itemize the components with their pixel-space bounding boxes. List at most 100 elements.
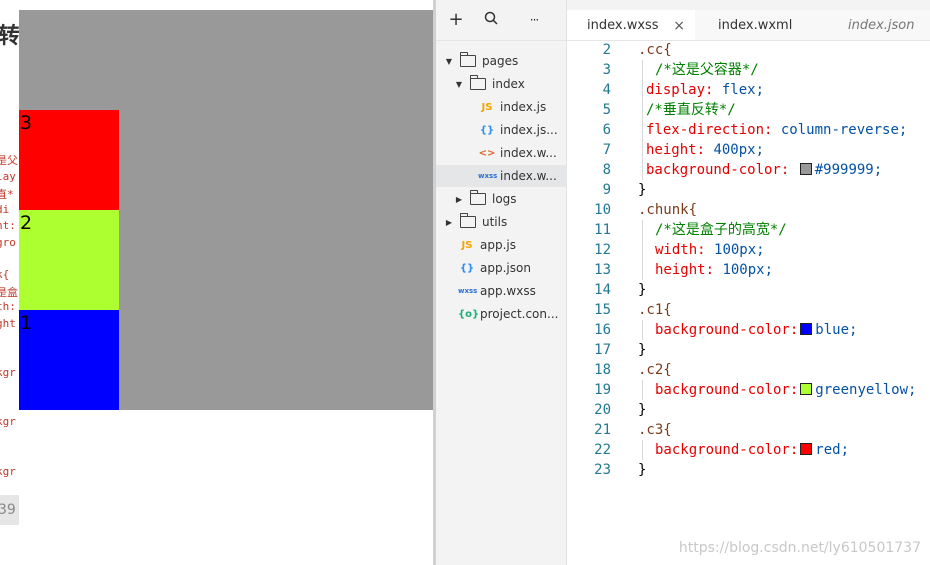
folder-open-icon (460, 52, 476, 67)
code-comment: /*这是父容器*/ (655, 62, 759, 78)
more-icon[interactable]: ··· (524, 10, 544, 30)
explorer-toolbar: + ··· (436, 0, 566, 41)
background-code-fragment: th: (0, 300, 16, 313)
code-line: 13 height: 100px; (567, 260, 930, 280)
code-declaration: background-color: #999999; (646, 160, 882, 180)
line-number: 8 (602, 162, 611, 178)
js-file-icon: JS (481, 101, 493, 113)
tree-item-label: logs (492, 192, 517, 206)
line-number: 4 (602, 82, 611, 98)
line-number: 11 (594, 222, 611, 238)
color-swatch[interactable] (800, 323, 813, 335)
line-number: 13 (594, 262, 611, 278)
css-property: height: (655, 262, 715, 278)
chunk-blue: 1 (19, 310, 119, 410)
code-editor: index.wxss × index.wxml index.json 2 .cc{… (567, 0, 930, 565)
color-swatch[interactable] (800, 383, 813, 395)
background-code-fragment: gro (0, 236, 16, 249)
code-line: 11 /*这是盒子的高宽*/ (567, 220, 930, 240)
tree-folder-utils[interactable]: ▶ utils (436, 211, 574, 233)
background-code-fragment: lay (0, 170, 16, 183)
wxss-file-icon: wxss (458, 287, 478, 295)
code-line: 3 /*这是父容器*/ (567, 60, 930, 80)
parent-container: 1 2 3 (19, 10, 433, 410)
tree-folder-pages[interactable]: ▼ pages (436, 50, 574, 72)
code-line: 19 background-color: greenyellow; (567, 380, 930, 400)
color-swatch[interactable] (799, 163, 812, 175)
close-icon[interactable]: × (673, 10, 685, 42)
css-value: 100px; (722, 262, 774, 278)
code-line: 9} (567, 180, 930, 200)
css-property: flex-direction: (646, 122, 773, 138)
code-line: 14} (567, 280, 930, 300)
tree-item-label: app.wxss (480, 284, 536, 298)
closing-brace: } (638, 342, 647, 358)
code-declaration: height: 100px; (655, 260, 773, 280)
tree-item-label: index.js (500, 100, 547, 114)
background-code-fragment: 直* (0, 188, 14, 201)
css-selector: .cc{ (638, 42, 672, 58)
add-file-button[interactable]: + (446, 10, 466, 30)
chunk-greenyellow: 2 (19, 210, 119, 310)
chevron-right-icon: ▶ (445, 217, 453, 227)
code-declaration: background-color: red; (655, 440, 849, 460)
tree-folder-index[interactable]: ▼ index (436, 73, 584, 95)
line-number: 23 (594, 462, 611, 478)
config-file-icon: {o} (458, 308, 480, 320)
tree-file-app-json[interactable]: {} app.json (436, 257, 588, 279)
js-file-icon: JS (461, 239, 473, 251)
tree-item-label: index.w... (500, 169, 557, 183)
tree-item-label: pages (482, 54, 519, 68)
code-declaration: flex-direction: column-reverse; (646, 120, 907, 140)
simulator-top (19, 0, 433, 10)
color-swatch[interactable] (800, 443, 813, 455)
code-line: 21 .c3{ (567, 420, 930, 440)
tree-file-app-wxss[interactable]: wxss app.wxss (436, 280, 588, 302)
tab-index-wxml[interactable]: index.wxml (698, 10, 828, 40)
css-property: height: (646, 142, 706, 158)
css-value: column-reverse; (780, 122, 908, 138)
css-value: red; (815, 442, 850, 458)
chevron-down-icon: ▼ (455, 79, 463, 89)
code-line: 22 background-color: red; (567, 440, 930, 460)
css-selector: .chunk{ (638, 202, 698, 218)
background-number-fragment: 39 (0, 502, 16, 518)
code-line: 23} (567, 460, 930, 480)
css-value: greenyellow; (815, 382, 917, 398)
folder-icon (460, 213, 476, 228)
file-explorer: + ··· ▼ pages ▼ index JS index.js {} ind… (436, 0, 608, 565)
search-button[interactable] (481, 10, 501, 30)
tab-index-wxss[interactable]: index.wxss × (567, 10, 695, 40)
line-number: 22 (594, 442, 611, 458)
tree-item-label: index.js... (500, 123, 558, 137)
code-line: 8 background-color: #999999; (567, 160, 930, 180)
tree-file-project-config[interactable]: {o} project.con... (436, 303, 588, 325)
line-number: 18 (594, 362, 611, 378)
chunk-label: 1 (20, 312, 33, 334)
css-property: background-color: (655, 442, 799, 458)
closing-brace: } (638, 402, 647, 418)
background-page-fragment: 转) 是父 lay 直* di nt: gro k{ 是盒 th: ght kg… (0, 0, 19, 565)
code-declaration: width: 100px; (655, 240, 765, 260)
line-number: 20 (594, 402, 611, 418)
code-line: 16 background-color: blue; (567, 320, 930, 340)
closing-brace: } (638, 182, 647, 198)
code-line: 5 /*垂直反转*/ (567, 100, 930, 120)
code-declaration: height: 400px; (646, 140, 764, 160)
line-number: 14 (594, 282, 611, 298)
tree-file-app-js[interactable]: JS app.js (436, 234, 588, 256)
css-value: 400px; (713, 142, 765, 158)
css-property: width: (655, 242, 706, 258)
css-property: display: (646, 82, 714, 98)
tree-folder-logs[interactable]: ▶ logs (436, 188, 584, 210)
chunk-red: 3 (19, 110, 119, 210)
code-declaration: background-color: greenyellow; (655, 380, 916, 400)
tab-index-json[interactable]: index.json (828, 10, 930, 40)
code-declaration: background-color: blue; (655, 320, 857, 340)
code-comment: /*这是盒子的高宽*/ (655, 222, 787, 238)
code-line: 18 .c2{ (567, 360, 930, 380)
line-number: 17 (594, 342, 611, 358)
folder-open-icon (470, 75, 486, 90)
tree-item-label: index.w... (500, 146, 557, 160)
css-property: background-color: (655, 322, 799, 338)
